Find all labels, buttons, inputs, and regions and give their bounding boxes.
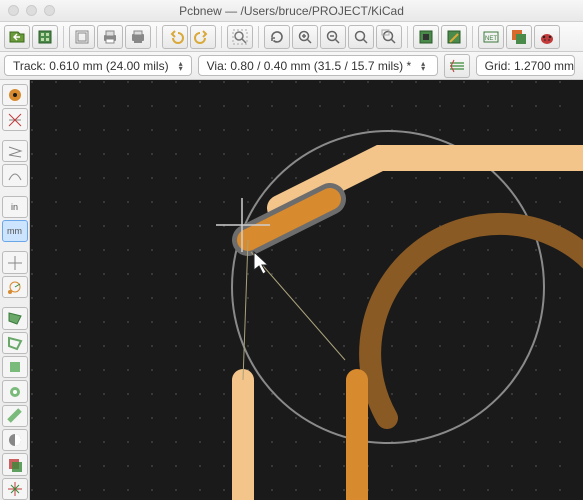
via-size-label: Via: 0.80 / 0.40 mm (31.5 / 15.7 mils) * — [207, 59, 412, 73]
polar-coords-icon[interactable] — [2, 276, 28, 298]
origin-icon[interactable] — [2, 478, 28, 500]
units-mm-button[interactable]: mm — [2, 220, 28, 242]
pcb-drawing — [30, 80, 583, 500]
zoom-in-icon[interactable] — [292, 25, 318, 49]
highlight-net-icon[interactable] — [2, 84, 28, 106]
high-contrast-icon[interactable] — [2, 429, 28, 451]
window-controls — [8, 5, 55, 16]
units-in-button[interactable]: in — [2, 196, 28, 218]
drc-icon[interactable] — [534, 25, 560, 49]
hide-ratsnest-icon[interactable] — [2, 108, 28, 130]
stepper-icon: ▴▾ — [175, 61, 187, 71]
print-icon[interactable] — [97, 25, 123, 49]
footprint-editor-icon[interactable] — [441, 25, 467, 49]
redo-icon[interactable] — [190, 25, 216, 49]
stepper-icon: ▴▾ — [417, 61, 429, 71]
page-settings-icon[interactable] — [69, 25, 95, 49]
grid-selector[interactable]: Grid: 1.2700 mm — [476, 55, 575, 76]
refresh-icon[interactable] — [264, 25, 290, 49]
pcb-canvas[interactable] — [30, 80, 583, 500]
footprint-library-icon[interactable] — [413, 25, 439, 49]
undo-icon[interactable] — [162, 25, 188, 49]
zoom-fit-icon[interactable] — [227, 25, 253, 49]
show-ratsnest-icon[interactable] — [2, 140, 28, 162]
show-vias-icon[interactable] — [2, 380, 28, 402]
main-toolbar: NET — [0, 22, 583, 52]
left-toolbar: in mm — [0, 80, 30, 500]
svg-text:NET: NET — [485, 36, 497, 42]
titlebar: Pcbnew — /Users/bruce/PROJECT/KiCad — [0, 0, 583, 22]
show-zone-outlines-icon[interactable] — [2, 332, 28, 354]
show-layers-icon[interactable] — [2, 453, 28, 475]
routing-bar: Track: 0.610 mm (24.00 mils) ▴▾ Via: 0.8… — [0, 52, 583, 80]
show-pads-icon[interactable] — [2, 356, 28, 378]
open-icon[interactable] — [4, 25, 30, 49]
footprint-icon[interactable] — [32, 25, 58, 49]
grid-label: Grid: 1.2700 mm — [485, 59, 574, 73]
cursor-shape-icon[interactable] — [2, 251, 28, 273]
track-width-selector[interactable]: Track: 0.610 mm (24.00 mils) ▴▾ — [4, 55, 192, 76]
minimize-window-icon[interactable] — [26, 5, 37, 16]
curved-ratsnest-icon[interactable] — [2, 164, 28, 186]
layers-manager-icon[interactable] — [506, 25, 532, 49]
zoom-select-icon[interactable] — [376, 25, 402, 49]
auto-track-width-icon[interactable] — [444, 54, 470, 78]
window-title: Pcbnew — /Users/bruce/PROJECT/KiCad — [0, 4, 583, 18]
zoom-out-icon[interactable] — [320, 25, 346, 49]
plot-icon[interactable] — [125, 25, 151, 49]
show-tracks-icon[interactable] — [2, 405, 28, 427]
close-window-icon[interactable] — [8, 5, 19, 16]
via-size-selector[interactable]: Via: 0.80 / 0.40 mm (31.5 / 15.7 mils) *… — [198, 55, 438, 76]
track-width-label: Track: 0.610 mm (24.00 mils) — [13, 59, 169, 73]
net-inspector-icon[interactable]: NET — [478, 25, 504, 49]
zoom-window-icon[interactable] — [348, 25, 374, 49]
maximize-window-icon[interactable] — [44, 5, 55, 16]
show-filled-zones-icon[interactable] — [2, 307, 28, 329]
